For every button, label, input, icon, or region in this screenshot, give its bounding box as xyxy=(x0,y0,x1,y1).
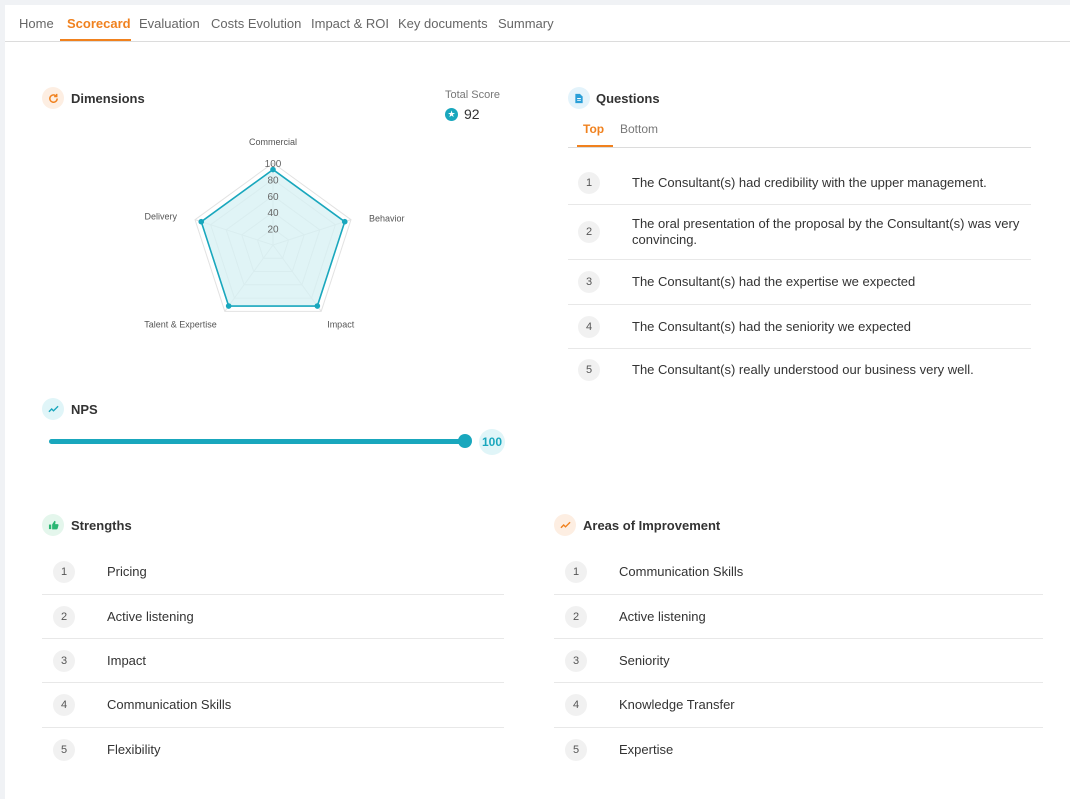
radar-tick-label: 20 xyxy=(267,225,279,236)
tab-scorecard[interactable]: Scorecard xyxy=(67,5,131,41)
radar-tick-label: 80 xyxy=(267,175,279,186)
total-score-label: Total Score xyxy=(445,89,501,101)
question-number: 2 xyxy=(578,221,600,243)
nps-slider-thumb[interactable] xyxy=(458,434,472,448)
radar-tick-label: 60 xyxy=(267,192,279,203)
improvement-row: 3 Seniority xyxy=(554,639,1043,683)
strength-row: 3 Impact xyxy=(42,639,504,683)
radar-tick-label: 40 xyxy=(267,208,279,219)
improvement-text: Communication Skills xyxy=(619,564,744,579)
radar-data-point xyxy=(314,303,321,309)
question-number: 5 xyxy=(578,359,600,381)
radar-axis-label: Commercial xyxy=(249,137,297,147)
improvement-number: 5 xyxy=(565,738,587,761)
tab-bar: Home Scorecard Evaluation Costs Evolutio… xyxy=(5,5,1070,42)
improvement-number: 4 xyxy=(565,694,587,716)
improvement-number: 1 xyxy=(565,561,587,583)
dimensions-title: Dimensions xyxy=(71,91,145,106)
radar-axis-label: Talent & Expertise xyxy=(144,319,217,329)
improvement-number: 3 xyxy=(565,649,587,672)
radar-data-point xyxy=(341,218,348,225)
strength-number: 1 xyxy=(53,561,75,583)
question-row: 5 The Consultant(s) really understood ou… xyxy=(568,349,1031,391)
improvement-text: Seniority xyxy=(619,652,670,668)
strength-text: Flexibility xyxy=(107,741,161,757)
strength-row: 1 Pricing xyxy=(42,550,504,595)
strength-number: 4 xyxy=(53,694,75,716)
scorecard-page: Home Scorecard Evaluation Costs Evolutio… xyxy=(5,5,1070,799)
nps-value-badge: 100 xyxy=(479,429,505,455)
question-text: The Consultant(s) really understood our … xyxy=(632,362,974,377)
nps-title: NPS xyxy=(71,402,98,417)
improvement-row: 1 Communication Skills xyxy=(554,550,1043,595)
radar-data-point xyxy=(198,218,205,225)
improvement-row: 5 Expertise xyxy=(554,728,1043,771)
question-number: 3 xyxy=(578,271,600,293)
thumbs-up-icon xyxy=(42,514,64,536)
total-score-value: 92 xyxy=(464,106,480,122)
strength-text: Active listening xyxy=(107,608,194,624)
strength-text: Pricing xyxy=(107,564,147,579)
improvement-row: 4 Knowledge Transfer xyxy=(554,683,1043,728)
tab-costs-evolution[interactable]: Costs Evolution xyxy=(211,5,301,41)
improvement-text: Active listening xyxy=(619,608,706,624)
active-tab-indicator xyxy=(60,39,131,41)
question-text: The Consultant(s) had the seniority we e… xyxy=(632,318,911,334)
star-icon: ★ xyxy=(445,107,458,121)
improvements-title: Areas of Improvement xyxy=(583,518,721,533)
question-text: The Consultant(s) had the expertise we e… xyxy=(632,274,916,289)
tab-evaluation[interactable]: Evaluation xyxy=(139,5,200,41)
document-icon xyxy=(568,87,590,109)
strength-row: 5 Flexibility xyxy=(42,728,504,771)
radar-series-area xyxy=(200,168,346,307)
questions-tab-top[interactable]: Top xyxy=(583,122,604,136)
questions-tab-indicator xyxy=(577,145,613,147)
strength-text: Communication Skills xyxy=(107,697,232,712)
question-row: 3 The Consultant(s) had the expertise we… xyxy=(568,260,1031,305)
refresh-icon xyxy=(42,87,64,109)
questions-tabs: Top Bottom xyxy=(568,117,1031,148)
question-row: 4 The Consultant(s) had the seniority we… xyxy=(568,305,1031,349)
tab-summary[interactable]: Summary xyxy=(498,5,554,41)
strength-row: 4 Communication Skills xyxy=(42,683,504,728)
strength-number: 2 xyxy=(53,605,75,628)
improvement-number: 2 xyxy=(565,605,587,628)
strength-number: 3 xyxy=(53,649,75,672)
question-row: 1 The Consultant(s) had credibility with… xyxy=(568,161,1031,205)
nps-slider-fill xyxy=(49,439,465,444)
question-text: The oral presentation of the proposal by… xyxy=(632,216,1020,247)
tab-key-documents[interactable]: Key documents xyxy=(398,5,488,41)
questions-tab-bottom[interactable]: Bottom xyxy=(620,122,658,136)
tab-home[interactable]: Home xyxy=(19,5,54,41)
radar-axis-label: Delivery xyxy=(144,212,177,222)
radar-data-point xyxy=(225,303,232,309)
question-text: The Consultant(s) had credibility with t… xyxy=(632,174,987,190)
strength-number: 5 xyxy=(53,738,75,761)
question-number: 4 xyxy=(578,315,600,338)
dimensions-radar-chart: 20 40 60 80 100 Commercial Behavior Impact Talen… xyxy=(144,137,405,329)
question-row: 2 The oral presentation of the proposal … xyxy=(568,205,1031,260)
strength-row: 2 Active listening xyxy=(42,595,504,639)
improvement-text: Expertise xyxy=(619,741,674,757)
trend-icon xyxy=(554,514,576,536)
radar-axis-label: Behavior xyxy=(369,214,405,224)
strengths-title: Strengths xyxy=(71,518,132,533)
radar-axis-label: Impact xyxy=(327,319,355,329)
tab-impact-roi[interactable]: Impact & ROI xyxy=(311,5,389,41)
improvement-row: 2 Active listening xyxy=(554,595,1043,639)
strength-text: Impact xyxy=(107,652,147,668)
question-number: 1 xyxy=(578,171,600,194)
radar-tick-label: 100 xyxy=(265,159,282,170)
questions-title: Questions xyxy=(596,91,660,106)
trend-icon xyxy=(42,398,64,420)
total-score: ★ 92 xyxy=(445,106,480,122)
nps-slider-track xyxy=(49,434,472,448)
improvement-text: Knowledge Transfer xyxy=(619,697,735,712)
